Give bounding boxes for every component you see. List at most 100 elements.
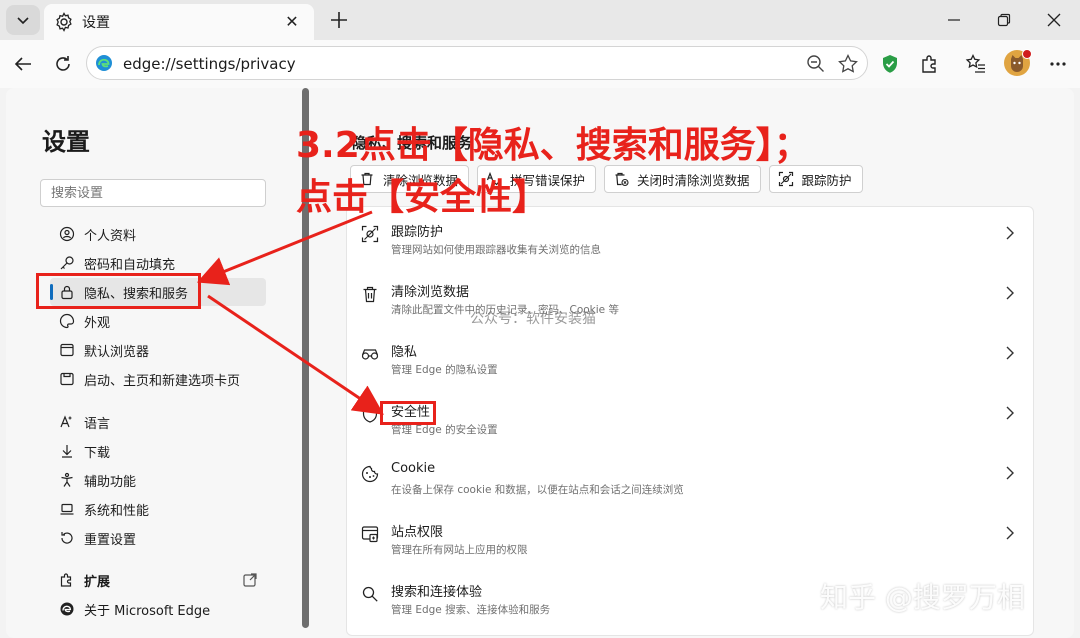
- close-tab-icon[interactable]: ✕: [280, 9, 304, 33]
- row-title: 站点权限: [391, 525, 444, 540]
- row-subtitle: 在设备上保存 cookie 和数据，以便在站点和会话之间连续浏览: [391, 484, 684, 496]
- quick-tracking-button[interactable]: 跟踪防护: [768, 165, 863, 193]
- search-settings-input[interactable]: [40, 179, 266, 207]
- shield-icon: [362, 405, 378, 423]
- favorites-button[interactable]: [964, 52, 988, 76]
- sidebar-item-default-browser[interactable]: 默认浏览器: [50, 336, 266, 364]
- trash-icon: [363, 286, 377, 303]
- close-clear-icon: [615, 172, 629, 187]
- tab-title: 设置: [82, 15, 110, 31]
- shield-check-icon: [883, 55, 897, 73]
- tab-bar: 设置 ✕: [0, 0, 1080, 40]
- tracking-icon: [778, 171, 793, 187]
- puzzle-icon: [922, 55, 936, 73]
- download-icon: [62, 445, 72, 458]
- settings-more-button[interactable]: [1046, 52, 1070, 76]
- row-site-permissions[interactable]: 站点权限 管理在所有网站上应用的权限: [347, 507, 1035, 567]
- browser-essentials-button[interactable]: [878, 52, 902, 76]
- row-title: 跟踪防护: [391, 225, 444, 240]
- row-subtitle: 管理 Edge 搜索、连接体验和服务: [391, 604, 551, 616]
- sidebar-item-label: 辅助功能: [84, 474, 137, 490]
- annotation-step-line1: 3.2点击【隐私、搜索和服务】；: [296, 125, 810, 166]
- close-window-button[interactable]: [1034, 6, 1074, 34]
- tracking-icon: [361, 225, 379, 243]
- restore-icon: [997, 13, 1011, 27]
- refresh-icon: [56, 56, 70, 71]
- sidebar-item-languages[interactable]: 语言: [50, 408, 266, 436]
- sidebar-item-system[interactable]: 系统和性能: [50, 495, 266, 523]
- row-subtitle: 管理在所有网站上应用的权限: [391, 544, 528, 556]
- chevron-down-icon: [17, 17, 29, 25]
- row-cookies[interactable]: Cookie 在设备上保存 cookie 和数据，以便在站点和会话之间连续浏览: [347, 447, 1035, 507]
- highlight-security-row: [380, 401, 436, 425]
- sidebar-item-label: 密码和自动填充: [84, 257, 176, 273]
- sidebar-item-label: 下载: [84, 445, 111, 461]
- chevron-right-icon: [1006, 526, 1014, 540]
- row-privacy[interactable]: 隐私 管理 Edge 的隐私设置: [347, 327, 1035, 387]
- home-icon: [60, 372, 74, 386]
- refresh-button[interactable]: [48, 49, 78, 79]
- key-icon: [60, 256, 74, 270]
- settings-tab[interactable]: 设置 ✕: [44, 4, 314, 40]
- zoom-out-icon[interactable]: [805, 53, 827, 75]
- new-tab-button[interactable]: [326, 7, 352, 33]
- settings-sidebar: 设置 个人资料 密码和自动填充 隐私、搜索和服务 外观 默认浏览器 启动、主页和…: [6, 88, 306, 638]
- chevron-right-icon: [1006, 406, 1014, 420]
- sidebar-item-reset[interactable]: 重置设置: [50, 524, 266, 552]
- sidebar-item-label: 系统和性能: [84, 503, 150, 519]
- row-title: Cookie: [391, 461, 436, 476]
- settings-title: 设置: [42, 128, 90, 156]
- external-link-icon[interactable]: [242, 572, 258, 588]
- profile-icon: [59, 226, 75, 242]
- favorites-list-icon: [965, 53, 985, 73]
- address-bar[interactable]: edge://settings/privacy: [86, 46, 868, 80]
- highlight-privacy-item: [36, 273, 201, 309]
- sidebar-item-appearance[interactable]: 外观: [50, 307, 266, 335]
- sidebar-item-about[interactable]: 关于 Microsoft Edge: [50, 595, 266, 623]
- edge-icon: [60, 602, 74, 616]
- minimize-icon: [948, 19, 960, 21]
- extensions-button[interactable]: [918, 52, 942, 76]
- sidebar-item-downloads[interactable]: 下载: [50, 437, 266, 465]
- sidebar-item-profile[interactable]: 个人资料: [50, 220, 266, 248]
- plus-icon: [331, 12, 347, 28]
- sidebar-item-label: 扩展: [84, 574, 111, 590]
- language-icon: [60, 415, 72, 428]
- puzzle-icon: [60, 573, 72, 587]
- restore-button[interactable]: [984, 6, 1024, 34]
- chevron-right-icon: [1006, 226, 1014, 240]
- row-subtitle: 管理网站如何使用跟踪器收集有关浏览的信息: [391, 244, 601, 256]
- address-toolbar: edge://settings/privacy: [0, 40, 1080, 88]
- back-button[interactable]: [8, 49, 38, 79]
- row-subtitle: 管理 Edge 的隐私设置: [391, 364, 498, 376]
- sidebar-item-extensions[interactable]: 扩展: [50, 566, 266, 594]
- minimize-button[interactable]: [934, 6, 974, 34]
- chevron-right-icon: [1006, 346, 1014, 360]
- quick-clear-on-close-button[interactable]: 关闭时清除浏览数据: [604, 165, 761, 193]
- watermark-corner: 知乎 @搜罗万相: [820, 581, 1025, 614]
- url-text: edge://settings/privacy: [123, 55, 296, 73]
- row-clear-browsing-data[interactable]: 清除浏览数据 清除此配置文件中的历史记录、密码、Cookie 等: [347, 267, 1035, 327]
- sidebar-item-label: 重置设置: [84, 532, 137, 548]
- sidebar-item-label: 关于 Microsoft Edge: [84, 603, 211, 619]
- arrow-left-icon: [14, 57, 31, 71]
- close-icon: [1047, 13, 1061, 27]
- row-title: 搜索和连接体验: [391, 585, 483, 600]
- glasses-icon: [361, 349, 379, 360]
- favorite-star-icon[interactable]: [837, 53, 859, 75]
- sidebar-item-startup[interactable]: 启动、主页和新建选项卡页: [50, 365, 266, 393]
- quick-button-label: 关闭时清除浏览数据: [637, 172, 750, 188]
- avatar[interactable]: [1004, 49, 1032, 76]
- search-icon: [362, 586, 378, 602]
- accessibility-icon: [61, 472, 73, 487]
- sidebar-item-label: 启动、主页和新建选项卡页: [84, 373, 241, 389]
- privacy-settings-card: 跟踪防护 管理网站如何使用跟踪器收集有关浏览的信息 清除浏览数据 清除此配置文件…: [346, 206, 1034, 636]
- edge-logo-icon: [96, 55, 112, 71]
- more-dots-icon: [1050, 62, 1066, 66]
- sidebar-item-accessibility[interactable]: 辅助功能: [50, 466, 266, 494]
- tab-actions-button[interactable]: [6, 5, 40, 35]
- row-title: 清除浏览数据: [391, 285, 470, 300]
- browser-icon: [60, 343, 74, 357]
- row-title: 隐私: [391, 345, 418, 360]
- row-security[interactable]: 安全性 管理 Edge 的安全设置: [347, 387, 1035, 447]
